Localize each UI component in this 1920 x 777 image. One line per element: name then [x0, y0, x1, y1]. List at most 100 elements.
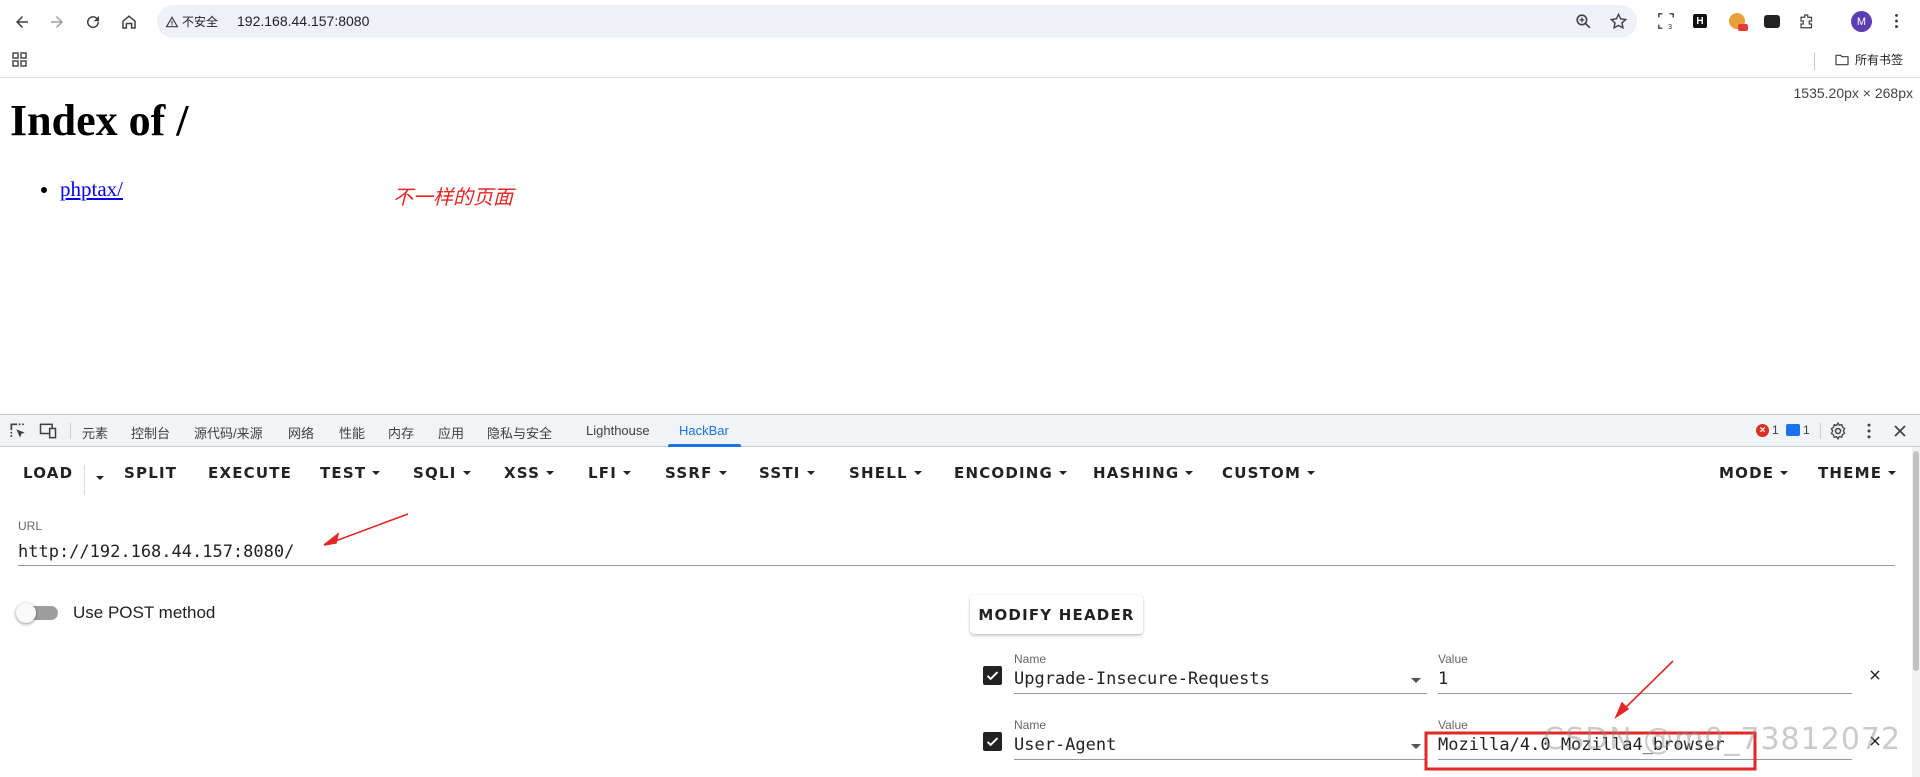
scrollbar-thumb[interactable]: [1913, 451, 1919, 671]
address-bar[interactable]: 不安全 192.168.44.157:8080: [157, 5, 1637, 38]
forward-button[interactable]: [43, 8, 71, 36]
reload-button[interactable]: [79, 8, 107, 36]
xss-menu[interactable]: XSS: [504, 464, 555, 482]
profile-avatar[interactable]: M: [1851, 11, 1872, 32]
extensions-puzzle-icon[interactable]: [1797, 11, 1817, 31]
media-extension-icon[interactable]: [1762, 11, 1782, 31]
custom-menu[interactable]: CUSTOM: [1222, 464, 1316, 482]
caret-down-icon: [96, 476, 104, 480]
header-name-select[interactable]: User-Agent: [1014, 732, 1427, 760]
caret-down-icon: [1307, 471, 1316, 475]
test-menu[interactable]: TEST: [320, 464, 381, 482]
caret-down-icon: [623, 471, 631, 475]
load-split-divider: [84, 465, 85, 495]
header-name-select[interactable]: Upgrade-Insecure-Requests: [1014, 666, 1427, 694]
apps-grid-icon[interactable]: [12, 52, 28, 68]
annotation-text: 不一样的页面: [393, 185, 513, 209]
tab-performance[interactable]: 性能: [339, 423, 365, 442]
split-button[interactable]: SPLIT: [124, 464, 177, 482]
directory-list: phptax/: [60, 177, 123, 202]
inspect-element-icon[interactable]: [8, 421, 28, 441]
arrow-left-icon: [16, 16, 28, 28]
load-dropdown-toggle[interactable]: [90, 468, 104, 488]
header-enabled-checkbox[interactable]: [983, 666, 1002, 685]
theme-menu[interactable]: THEME: [1818, 464, 1897, 482]
tab-hackbar[interactable]: HackBar: [679, 423, 729, 438]
screenshot-extension-icon[interactable]: 3: [1656, 11, 1676, 31]
all-bookmarks-label: 所有书签: [1855, 53, 1904, 67]
hashing-menu[interactable]: HASHING: [1093, 464, 1194, 482]
sqli-menu[interactable]: SQLI: [413, 464, 471, 482]
close-icon: [1870, 670, 1880, 680]
tab-console[interactable]: 控制台: [131, 423, 170, 442]
home-button[interactable]: [115, 8, 143, 36]
header-enabled-checkbox[interactable]: [983, 732, 1002, 751]
devtools-tab-bar: 元素 控制台 源代码/来源 网络 性能 内存 应用 隐私与安全 Lighthou…: [0, 415, 1920, 447]
more-options-icon[interactable]: [1859, 421, 1879, 441]
remove-header-button[interactable]: [1866, 666, 1884, 684]
tab-lighthouse[interactable]: Lighthouse: [586, 423, 650, 438]
ssrf-menu[interactable]: SSRF: [665, 464, 727, 482]
error-count-badge[interactable]: × 1: [1756, 423, 1779, 437]
caret-down-icon: [913, 471, 922, 475]
hackbar-extension-icon[interactable]: H: [1690, 11, 1710, 31]
settings-gear-icon[interactable]: [1828, 421, 1848, 441]
svg-text:3: 3: [1668, 22, 1673, 30]
toggle-switch[interactable]: [16, 603, 58, 623]
caret-down-icon: [372, 471, 381, 475]
header-value-label: Value: [1438, 652, 1468, 666]
tab-application[interactable]: 应用: [438, 423, 464, 442]
modify-header-button[interactable]: MODIFY HEADER: [970, 595, 1143, 634]
device-toolbar-icon[interactable]: [38, 421, 58, 441]
error-icon: ×: [1756, 423, 1769, 437]
mode-menu[interactable]: MODE: [1719, 464, 1789, 482]
more-menu-icon[interactable]: [1886, 11, 1906, 31]
home-icon: [122, 15, 136, 29]
bookmarks-bar: 所有书签: [0, 43, 1920, 78]
tab-separator: [1820, 423, 1821, 439]
load-button[interactable]: LOAD: [23, 464, 73, 482]
all-bookmarks-button[interactable]: 所有书签: [1834, 51, 1903, 68]
post-method-label: Use POST method: [73, 603, 216, 622]
header-name-label: Name: [1014, 718, 1047, 732]
folder-icon: [1835, 54, 1849, 65]
ssti-menu[interactable]: SSTI: [759, 464, 815, 482]
element-dimensions-badge: 1535.20px × 268px: [1790, 84, 1916, 102]
hackbar-scrollbar[interactable]: [1912, 447, 1920, 777]
toggle-thumb: [16, 603, 36, 623]
shell-menu[interactable]: SHELL: [849, 464, 922, 482]
tab-memory[interactable]: 内存: [388, 423, 414, 442]
browser-toolbar: 不安全 192.168.44.157:8080 3 H M: [0, 0, 1920, 43]
header-row: Name Upgrade-Insecure-Requests Value 1: [0, 652, 1920, 702]
url-input[interactable]: http://192.168.44.157:8080/: [18, 539, 1895, 566]
site-info-chip[interactable]: 不安全: [165, 11, 218, 32]
tab-sources[interactable]: 源代码/来源: [194, 423, 263, 442]
execute-button[interactable]: EXECUTE: [208, 464, 292, 482]
tab-elements[interactable]: 元素: [82, 423, 108, 442]
encoding-menu[interactable]: ENCODING: [954, 464, 1068, 482]
close-devtools-icon[interactable]: [1890, 421, 1910, 441]
zoom-icon[interactable]: [1574, 12, 1593, 31]
reload-icon: [87, 16, 100, 29]
header-value-input[interactable]: 1: [1438, 666, 1852, 694]
error-count: 1: [1772, 423, 1779, 437]
post-method-toggle[interactable]: Use POST method: [16, 603, 216, 623]
caret-down-icon: [718, 471, 727, 475]
caret-down-icon: [1888, 471, 1897, 475]
message-icon: [1786, 424, 1800, 436]
checkmark-icon: [986, 737, 999, 747]
select-caret-icon[interactable]: [1411, 678, 1421, 683]
select-caret-icon[interactable]: [1411, 744, 1421, 749]
tab-privacy-security[interactable]: 隐私与安全: [487, 423, 552, 442]
bookmark-star-icon[interactable]: [1609, 12, 1628, 31]
url-field-label: URL: [18, 519, 43, 533]
back-button[interactable]: [8, 8, 36, 36]
caret-down-icon: [1185, 471, 1194, 475]
message-count-badge[interactable]: 1: [1786, 423, 1810, 437]
caret-down-icon: [806, 471, 815, 475]
url-text[interactable]: 192.168.44.157:8080: [237, 13, 369, 29]
tab-network[interactable]: 网络: [288, 423, 314, 442]
directory-link-phptax[interactable]: phptax/: [60, 177, 123, 201]
cookie-extension-icon[interactable]: [1727, 11, 1748, 31]
lfi-menu[interactable]: LFI: [588, 464, 631, 482]
